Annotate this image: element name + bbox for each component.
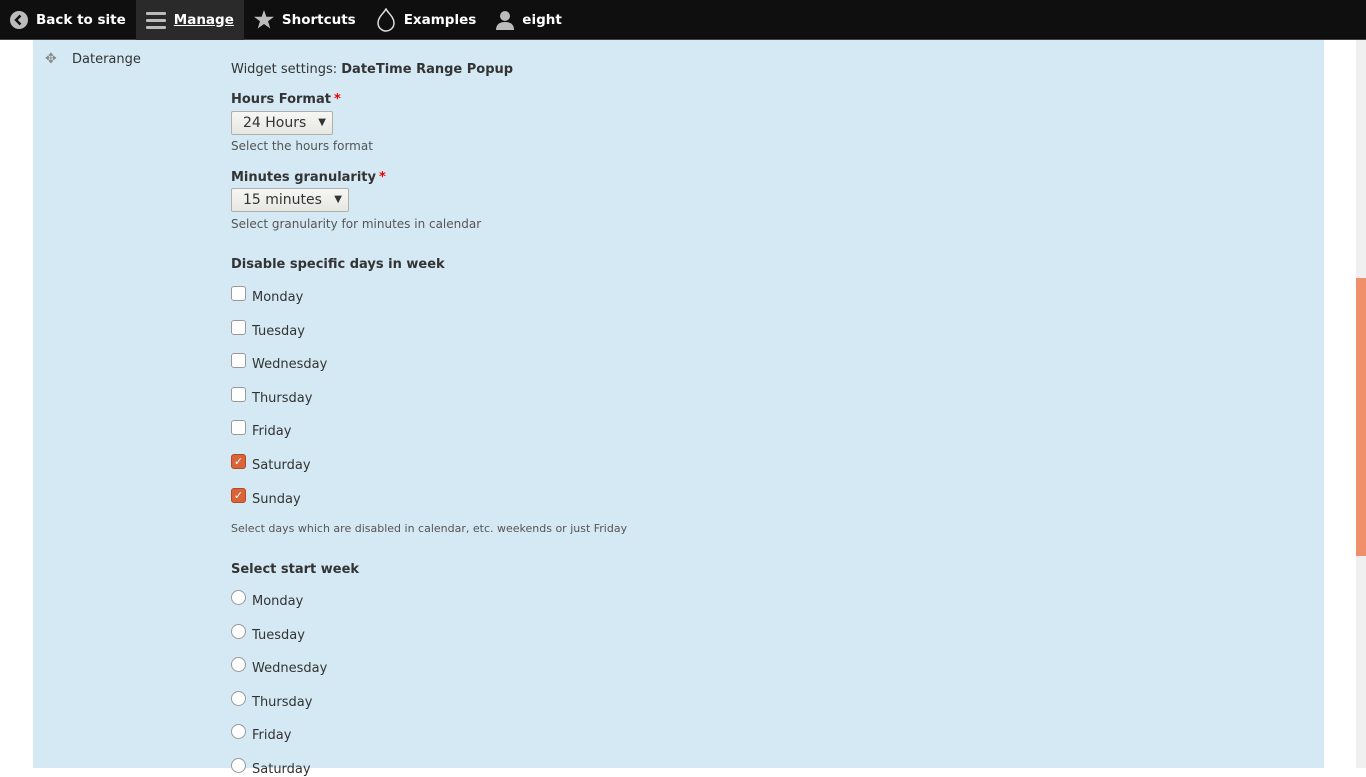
user-label: eight [522,12,562,28]
hours-format-label: Hours Format* [231,92,341,107]
checkbox[interactable] [231,387,246,402]
hours-format-select[interactable]: 24 Hours ▼ [231,111,333,135]
disable-day-checkbox-item[interactable]: Friday [231,424,291,439]
disable-day-checkbox-item[interactable]: Tuesday [231,324,305,339]
selected-value: 24 Hours [243,115,306,131]
checkbox[interactable] [231,420,246,435]
start-week-label: Select start week [231,562,359,577]
admin-toolbar: Back to site Manage Shortcuts Examples e… [0,0,1366,40]
field-settings-row [33,40,1324,768]
checkbox[interactable]: ✓ [231,454,246,469]
required-marker: * [334,92,341,107]
drupal-drop-icon [376,8,396,32]
shortcuts-label: Shortcuts [282,12,356,28]
option-label: Friday [252,728,291,743]
option-label: Thursday [252,391,312,406]
back-label: Back to site [36,12,126,28]
checkbox[interactable] [231,320,246,335]
radio[interactable] [231,590,246,605]
checkbox[interactable] [231,286,246,301]
checkbox[interactable]: ✓ [231,488,246,503]
option-label: Thursday [252,695,312,710]
widget-name: DateTime Range Popup [341,62,513,77]
menu-icon [146,11,166,29]
option-label: Monday [252,594,303,609]
start-week-radio-item[interactable]: Saturday [231,762,311,777]
chevron-down-icon: ▼ [318,117,326,128]
disable-day-checkbox-item[interactable]: Thursday [231,391,312,406]
disable-days-label: Disable specific days in week [231,257,445,272]
checkbox[interactable] [231,353,246,368]
label-text: Minutes granularity [231,170,376,185]
minutes-granularity-select[interactable]: 15 minutes ▼ [231,188,349,212]
option-label: Wednesday [252,661,327,676]
widget-settings-title: Widget settings: DateTime Range Popup [231,62,513,77]
option-label: Tuesday [252,628,305,643]
option-label: Saturday [252,762,311,777]
field-name: Daterange [72,52,141,67]
disable-day-checkbox-item[interactable]: ✓Saturday [231,458,311,473]
option-label: Wednesday [252,357,327,372]
start-week-radio-item[interactable]: Thursday [231,695,312,710]
disable-days-description: Select days which are disabled in calend… [231,522,627,535]
star-icon [254,10,274,29]
minutes-granularity-label: Minutes granularity* [231,170,386,185]
radio[interactable] [231,724,246,739]
examples-label: Examples [404,12,477,28]
drag-handle-icon[interactable]: ✥ [45,51,57,67]
start-week-radio-item[interactable]: Tuesday [231,628,305,643]
chevron-down-icon: ▼ [334,194,342,205]
label-text: Hours Format [231,92,331,107]
radio[interactable] [231,657,246,672]
disable-day-checkbox-item[interactable]: Monday [231,290,303,305]
user-tab[interactable]: eight [486,0,572,40]
radio[interactable] [231,691,246,706]
hours-format-description: Select the hours format [231,139,373,153]
option-label: Monday [252,290,303,305]
start-week-radio-item[interactable]: Monday [231,594,303,609]
scrollbar-thumb[interactable] [1356,278,1366,556]
disable-day-checkbox-item[interactable]: ✓Sunday [231,492,301,507]
back-to-site-link[interactable]: Back to site [0,0,136,40]
option-label: Saturday [252,458,311,473]
examples-tab[interactable]: Examples [366,0,487,40]
manage-label: Manage [174,12,234,28]
user-icon [496,10,514,30]
radio[interactable] [231,624,246,639]
minutes-granularity-description: Select granularity for minutes in calend… [231,217,481,231]
option-label: Sunday [252,492,301,507]
option-label: Tuesday [252,324,305,339]
option-label: Friday [252,424,291,439]
shortcuts-tab[interactable]: Shortcuts [244,0,366,40]
chevron-left-circle-icon [10,11,28,29]
start-week-radio-item[interactable]: Wednesday [231,661,327,676]
required-marker: * [379,170,386,185]
selected-value: 15 minutes [243,192,322,208]
start-week-radio-item[interactable]: Friday [231,728,291,743]
radio[interactable] [231,758,246,773]
manage-tab[interactable]: Manage [136,0,244,40]
scrollbar[interactable] [1356,40,1366,768]
disable-day-checkbox-item[interactable]: Wednesday [231,357,327,372]
widget-prefix: Widget settings: [231,62,341,77]
